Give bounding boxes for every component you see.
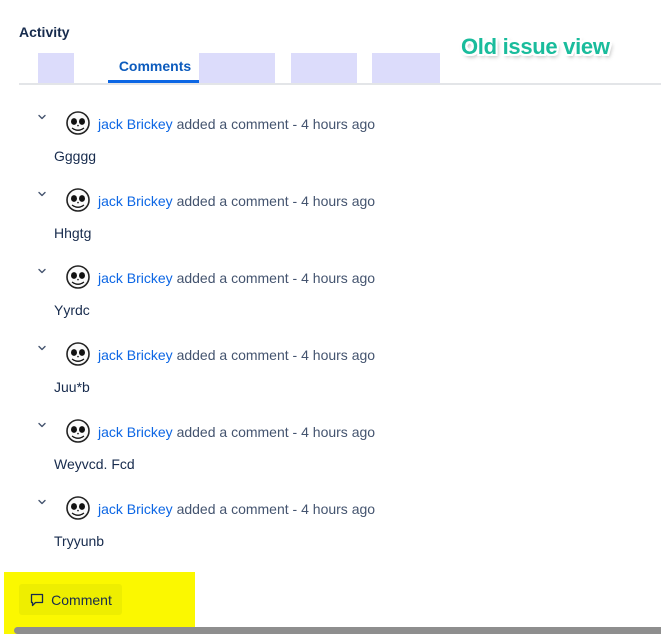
comment-header: jack Brickey added a comment - 4 hours a…: [98, 270, 375, 286]
avatar[interactable]: [66, 188, 90, 212]
avatar[interactable]: [66, 111, 90, 135]
chevron-down-icon[interactable]: [36, 264, 48, 276]
comment-header: jack Brickey added a comment - 4 hours a…: [98, 193, 375, 209]
old-issue-view-label: Old issue view: [461, 34, 610, 59]
tab-comments[interactable]: Comments: [108, 58, 202, 82]
comment-action: added a comment: [176, 116, 289, 132]
comment-action: added a comment: [176, 424, 289, 440]
comment-header: jack Brickey added a comment - 4 hours a…: [98, 424, 375, 440]
avatar[interactable]: [66, 419, 90, 443]
tab-divider: [19, 83, 661, 85]
comment-author-link[interactable]: jack Brickey: [98, 270, 173, 286]
comment-header: jack Brickey added a comment - 4 hours a…: [98, 347, 375, 363]
comment-action: added a comment: [176, 270, 289, 286]
comment-item: jack Brickey added a comment - 4 hours a…: [0, 408, 661, 485]
comment-timestamp[interactable]: 4 hours ago: [301, 193, 375, 209]
comment-timestamp[interactable]: 4 hours ago: [301, 347, 375, 363]
comment-body: Tryyunb: [54, 533, 105, 549]
comment-action: added a comment: [176, 193, 289, 209]
comment-header: jack Brickey added a comment - 4 hours a…: [98, 116, 375, 132]
comment-body: Hhgtg: [54, 225, 92, 241]
comment-button-label: Comment: [51, 591, 112, 608]
comment-author-link[interactable]: jack Brickey: [98, 501, 173, 517]
avatar[interactable]: [66, 496, 90, 520]
horizontal-scrollbar[interactable]: [14, 627, 661, 634]
comment-timestamp[interactable]: 4 hours ago: [301, 501, 375, 517]
comment-separator: -: [292, 116, 298, 132]
comment-item: jack Brickey added a comment - 4 hours a…: [0, 331, 661, 408]
chevron-down-icon[interactable]: [36, 187, 48, 199]
avatar[interactable]: [66, 342, 90, 366]
comment-author-link[interactable]: jack Brickey: [98, 193, 173, 209]
comment-item: jack Brickey added a comment - 4 hours a…: [0, 254, 661, 331]
comment-item: jack Brickey added a comment - 4 hours a…: [0, 177, 661, 254]
tab-placeholder-4[interactable]: [372, 53, 440, 83]
comment-body: Weyvcd. Fcd: [54, 456, 135, 472]
chevron-down-icon[interactable]: [36, 341, 48, 353]
comment-separator: -: [292, 193, 298, 209]
chevron-down-icon[interactable]: [36, 418, 48, 430]
comment-button[interactable]: Comment: [19, 584, 122, 615]
comment-timestamp[interactable]: 4 hours ago: [301, 116, 375, 132]
tab-placeholder-3[interactable]: [291, 53, 357, 83]
tab-placeholder-1[interactable]: [38, 53, 74, 83]
speech-bubble-icon: [31, 593, 44, 606]
comment-separator: -: [292, 347, 298, 363]
comment-separator: -: [292, 501, 298, 517]
comment-item: jack Brickey added a comment - 4 hours a…: [0, 100, 661, 177]
comment-author-link[interactable]: jack Brickey: [98, 347, 173, 363]
comment-timestamp[interactable]: 4 hours ago: [301, 270, 375, 286]
comment-separator: -: [292, 424, 298, 440]
comments-list: jack Brickey added a comment - 4 hours a…: [0, 100, 661, 562]
comment-body: Yyrdc: [54, 302, 90, 318]
comment-body: Juu*b: [54, 379, 90, 395]
comment-body: Ggggg: [54, 148, 97, 164]
avatar[interactable]: [66, 265, 90, 289]
comment-action: added a comment: [176, 501, 289, 517]
comment-item: jack Brickey added a comment - 4 hours a…: [0, 485, 661, 562]
comment-header: jack Brickey added a comment - 4 hours a…: [98, 501, 375, 517]
comment-separator: -: [292, 270, 298, 286]
chevron-down-icon[interactable]: [36, 110, 48, 122]
chevron-down-icon[interactable]: [36, 495, 48, 507]
comment-action: added a comment: [176, 347, 289, 363]
comment-author-link[interactable]: jack Brickey: [98, 424, 173, 440]
tab-placeholder-2[interactable]: [199, 53, 275, 83]
issue-activity-page: Activity Comments Old issue view jack Br…: [0, 0, 661, 634]
comment-timestamp[interactable]: 4 hours ago: [301, 424, 375, 440]
comment-author-link[interactable]: jack Brickey: [98, 116, 173, 132]
